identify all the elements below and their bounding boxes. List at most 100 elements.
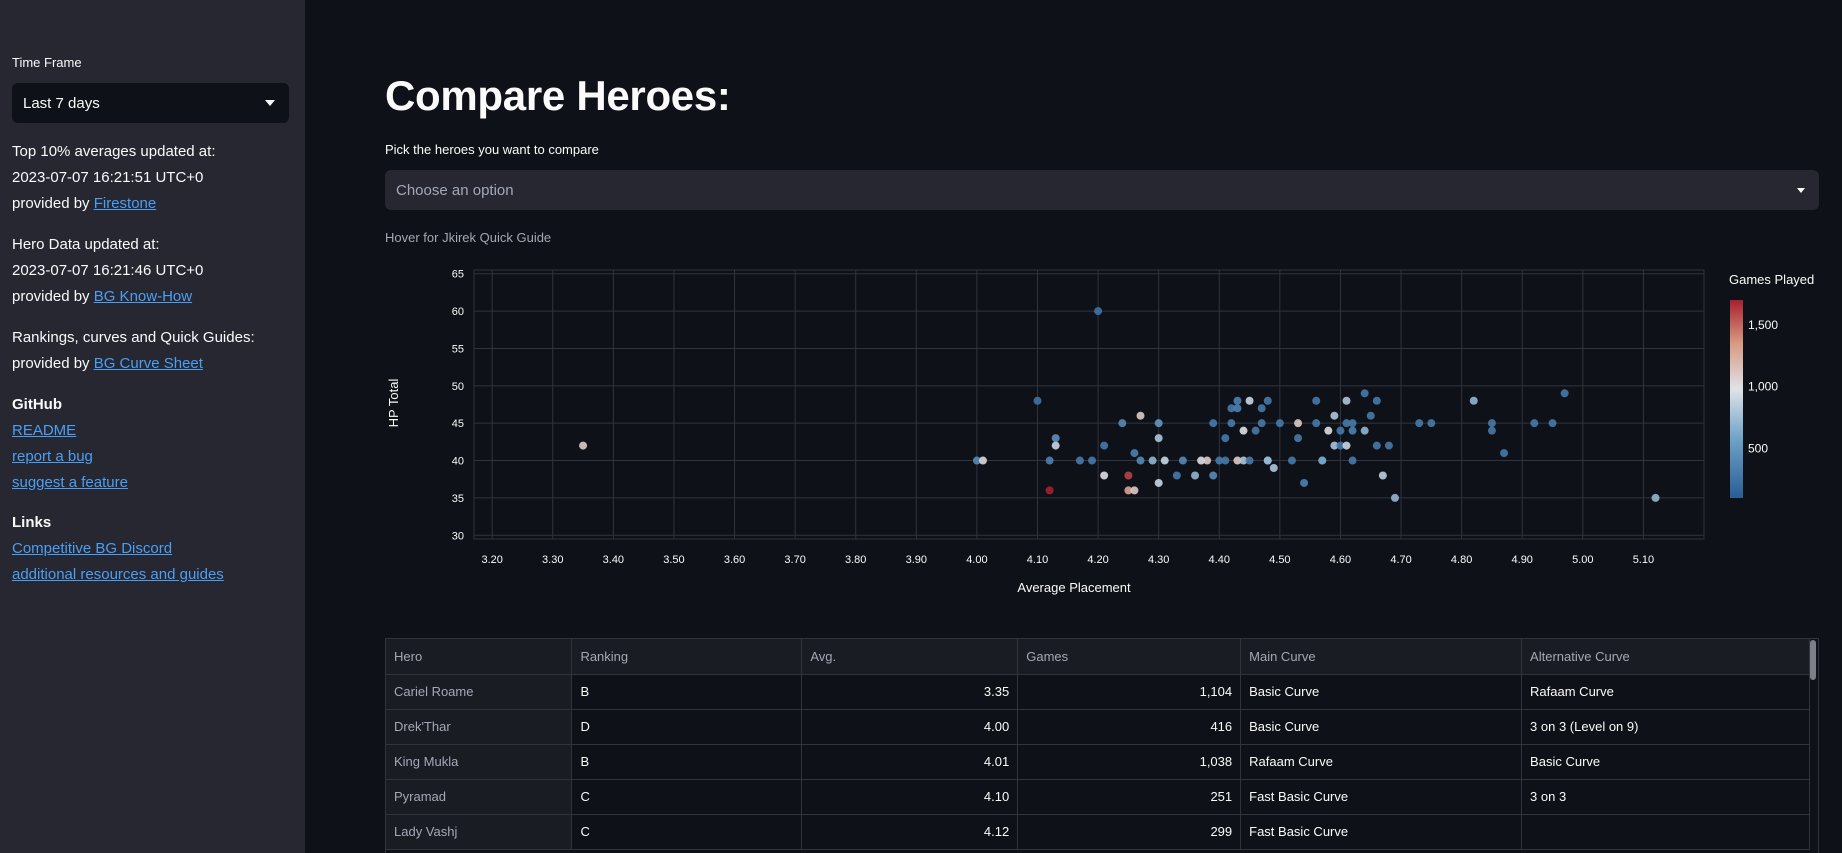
table-row[interactable]: Lady Vashj C 4.12 299 Fast Basic Curve <box>386 814 1810 850</box>
data-point[interactable] <box>1366 411 1375 420</box>
data-point[interactable] <box>1094 307 1103 316</box>
data-point[interactable] <box>1221 456 1230 465</box>
data-point[interactable] <box>1148 456 1157 465</box>
data-point[interactable] <box>1287 456 1296 465</box>
data-point[interactable] <box>1251 426 1260 435</box>
hero-table[interactable]: Hero Ranking Avg. Games Main Curve Alter… <box>385 638 1819 853</box>
data-point[interactable] <box>1136 411 1145 420</box>
data-point[interactable] <box>1300 478 1309 487</box>
data-point[interactable] <box>978 456 987 465</box>
data-point[interactable] <box>1233 396 1242 405</box>
data-point[interactable] <box>1269 464 1278 473</box>
data-point[interactable] <box>1318 456 1327 465</box>
timeframe-select[interactable]: Last 7 days <box>12 83 289 123</box>
data-point[interactable] <box>1415 419 1424 428</box>
data-point[interactable] <box>1257 404 1266 413</box>
data-point[interactable] <box>1336 426 1345 435</box>
data-point[interactable] <box>1342 396 1351 405</box>
bg-curve-sheet-link[interactable]: BG Curve Sheet <box>94 355 203 372</box>
data-point[interactable] <box>1487 419 1496 428</box>
data-point[interactable] <box>1045 486 1054 495</box>
report-bug-link[interactable]: report a bug <box>12 448 93 465</box>
data-point[interactable] <box>1088 456 1097 465</box>
data-point[interactable] <box>1100 441 1109 450</box>
table-row[interactable]: Drek'Thar D 4.00 416 Basic Curve 3 on 3 … <box>386 709 1810 745</box>
data-point[interactable] <box>579 441 588 450</box>
data-point[interactable] <box>1372 396 1381 405</box>
data-point[interactable] <box>1360 389 1369 398</box>
data-point[interactable] <box>1263 456 1272 465</box>
data-point[interactable] <box>1154 434 1163 443</box>
suggest-feature-link[interactable]: suggest a feature <box>12 474 128 491</box>
data-point[interactable] <box>1294 434 1303 443</box>
data-point[interactable] <box>1294 419 1303 428</box>
data-point[interactable] <box>1172 471 1181 480</box>
data-point[interactable] <box>1100 471 1109 480</box>
data-point[interactable] <box>1651 493 1660 502</box>
data-point[interactable] <box>1045 456 1054 465</box>
data-point[interactable] <box>1469 396 1478 405</box>
col-header-alt-curve[interactable]: Alternative Curve <box>1521 639 1810 675</box>
col-header-avg[interactable]: Avg. <box>801 639 1019 675</box>
data-point[interactable] <box>1500 449 1509 458</box>
data-point[interactable] <box>1348 456 1357 465</box>
scatter-chart[interactable]: 3.20 3.30 3.40 3.50 3.60 3.70 3.80 3.90 4.00 4.10… <box>380 255 1820 610</box>
data-point[interactable] <box>1560 389 1569 398</box>
data-point[interactable] <box>1130 449 1139 458</box>
table-row[interactable]: Cariel Roame B 3.35 1,104 Basic Curve Ra… <box>386 674 1810 710</box>
data-point[interactable] <box>1330 411 1339 420</box>
data-point[interactable] <box>1233 404 1242 413</box>
data-point[interactable] <box>1348 426 1357 435</box>
data-point[interactable] <box>1427 419 1436 428</box>
data-point[interactable] <box>1390 493 1399 502</box>
col-header-games[interactable]: Games <box>1017 639 1242 675</box>
data-point[interactable] <box>1221 434 1230 443</box>
data-point[interactable] <box>1118 419 1127 428</box>
readme-link[interactable]: README <box>12 422 76 439</box>
data-point[interactable] <box>1245 396 1254 405</box>
data-point[interactable] <box>1209 419 1218 428</box>
data-point[interactable] <box>1227 419 1236 428</box>
data-point[interactable] <box>1033 396 1042 405</box>
data-point[interactable] <box>1178 456 1187 465</box>
data-point[interactable] <box>1136 456 1145 465</box>
data-point[interactable] <box>1384 441 1393 450</box>
data-point[interactable] <box>1154 419 1163 428</box>
data-point[interactable] <box>1245 456 1254 465</box>
col-header-hero[interactable]: Hero <box>386 639 573 675</box>
resources-link[interactable]: additional resources and guides <box>12 566 224 583</box>
table-row[interactable]: Pyramad C 4.10 251 Fast Basic Curve 3 on… <box>386 779 1810 815</box>
table-scrollbar[interactable] <box>1810 640 1816 680</box>
data-point[interactable] <box>1360 426 1369 435</box>
data-point[interactable] <box>1075 456 1084 465</box>
data-point[interactable] <box>1124 471 1133 480</box>
data-point[interactable] <box>1257 419 1266 428</box>
data-point[interactable] <box>1324 426 1333 435</box>
data-point[interactable] <box>1191 471 1200 480</box>
data-point[interactable] <box>1263 396 1272 405</box>
discord-link[interactable]: Competitive BG Discord <box>12 540 172 557</box>
data-point[interactable] <box>1312 419 1321 428</box>
data-point[interactable] <box>1203 456 1212 465</box>
data-point[interactable] <box>1051 441 1060 450</box>
data-point[interactable] <box>1275 419 1284 428</box>
data-point[interactable] <box>1487 426 1496 435</box>
col-header-ranking[interactable]: Ranking <box>571 639 803 675</box>
hero-multiselect[interactable]: Choose an option <box>385 170 1819 210</box>
data-point[interactable] <box>1160 456 1169 465</box>
data-point[interactable] <box>1378 471 1387 480</box>
data-point[interactable] <box>1239 426 1248 435</box>
bg-know-how-link[interactable]: BG Know-How <box>94 288 192 305</box>
data-point[interactable] <box>1130 486 1139 495</box>
data-point[interactable] <box>1372 441 1381 450</box>
data-point[interactable] <box>1051 434 1060 443</box>
chart-points[interactable] <box>579 307 1660 502</box>
data-point[interactable] <box>1312 396 1321 405</box>
col-header-main-curve[interactable]: Main Curve <box>1240 639 1523 675</box>
data-point[interactable] <box>1348 419 1357 428</box>
data-point[interactable] <box>1209 471 1218 480</box>
data-point[interactable] <box>1154 478 1163 487</box>
data-point[interactable] <box>1530 419 1539 428</box>
data-point[interactable] <box>1548 419 1557 428</box>
data-point[interactable] <box>1342 441 1351 450</box>
